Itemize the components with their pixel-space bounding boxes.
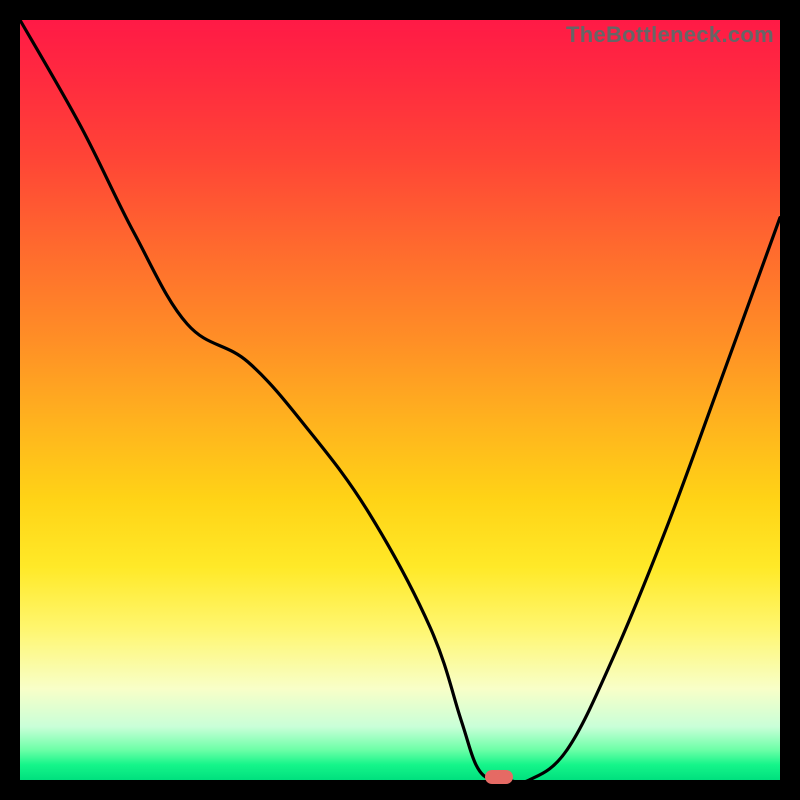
chart-frame: TheBottleneck.com — [0, 0, 800, 800]
optimal-marker — [485, 770, 513, 784]
plot-area: TheBottleneck.com — [20, 20, 780, 780]
curve-path — [20, 20, 780, 782]
bottleneck-curve — [20, 20, 780, 780]
